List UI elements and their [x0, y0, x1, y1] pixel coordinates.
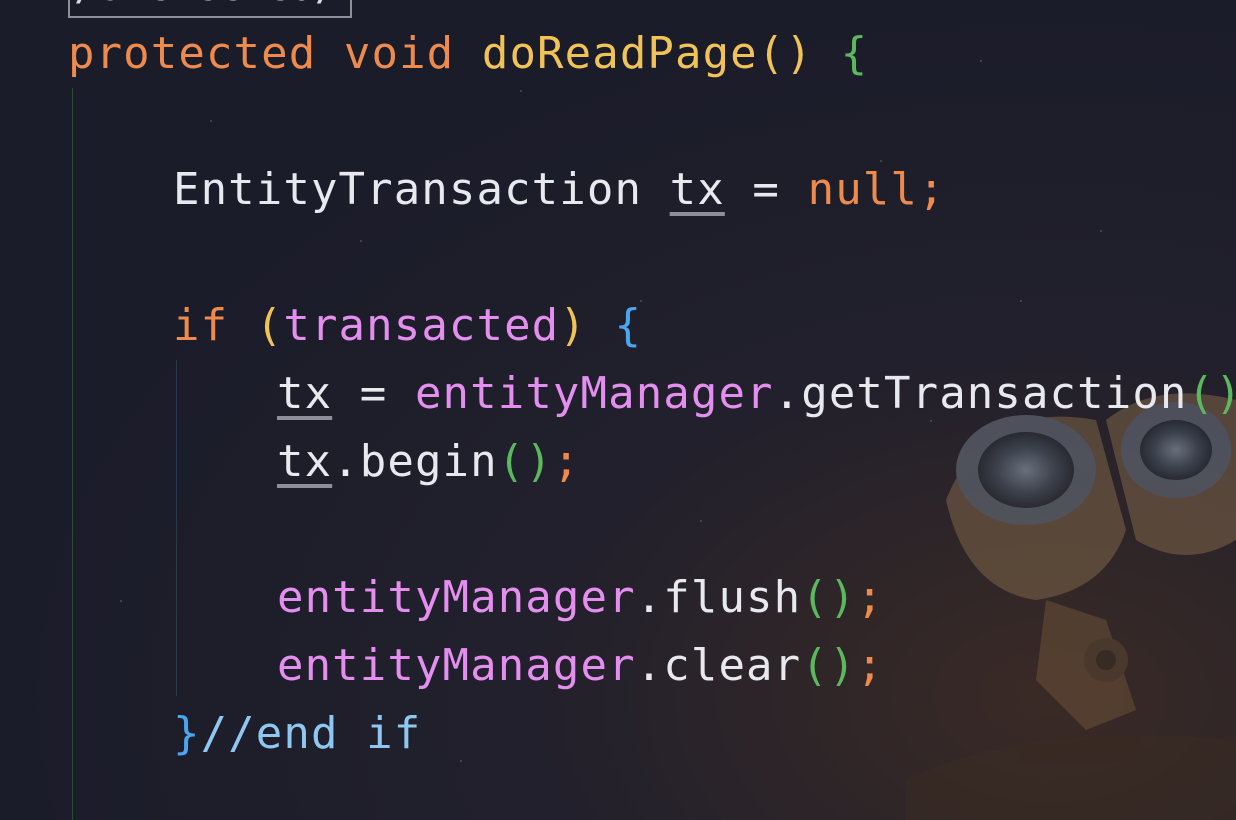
keyword-void: void [343, 28, 455, 79]
code-line-clear[interactable]: entityManager.clear(); [277, 632, 884, 700]
variable-tx[interactable]: tx [277, 436, 332, 487]
code-line-flush[interactable]: entityManager.flush(); [277, 564, 884, 632]
call-parens: () [1187, 368, 1236, 419]
call-parens: () [801, 572, 857, 623]
code-line-end-if[interactable]: }//end if [173, 700, 421, 768]
operator-assign: = [359, 368, 388, 419]
if-close-brace: } [173, 708, 201, 759]
keyword-if: if [173, 300, 229, 351]
comment-end-if: //end if [200, 708, 422, 759]
code-line-get-transaction[interactable]: tx = entityManager.getTransaction(); [277, 360, 1236, 428]
method-call[interactable]: .clear [636, 640, 802, 691]
semicolon: ; [917, 164, 946, 215]
semicolon: ; [856, 572, 885, 623]
if-open-brace: { [614, 300, 643, 351]
if-close-paren: ) [559, 300, 587, 351]
field-entity-manager[interactable]: entityManager [277, 640, 636, 691]
type-name[interactable]: EntityTransaction [173, 164, 642, 215]
semicolon: ; [856, 640, 885, 691]
method-call[interactable]: .flush [636, 572, 802, 623]
semicolon: ; [552, 436, 581, 487]
field-entity-manager[interactable]: entityManager [277, 572, 636, 623]
keyword-protected: protected [68, 28, 317, 79]
keyword-null: null [807, 164, 918, 215]
operator-assign: = [752, 164, 781, 215]
code-line-tx-declaration[interactable]: EntityTransaction tx = null; [173, 156, 946, 224]
code-line-if[interactable]: if (transacted) { [173, 292, 642, 360]
call-parens: () [497, 436, 553, 487]
method-parens: () [757, 28, 813, 79]
field-entity-manager[interactable]: entityManager [415, 368, 774, 419]
indent-guide-if-block [176, 360, 177, 696]
method-name[interactable]: doReadPage [482, 28, 758, 79]
if-open-paren: ( [255, 300, 284, 351]
variable-tx[interactable]: tx [670, 164, 725, 215]
code-line-begin[interactable]: tx.begin(); [277, 428, 581, 496]
indent-guide-method [72, 88, 73, 820]
method-call[interactable]: .getTransaction [774, 368, 1188, 419]
method-call[interactable]: .begin [332, 436, 498, 487]
variable-tx[interactable]: tx [277, 368, 332, 419]
code-line-method-signature[interactable]: protected void doReadPage() { [68, 20, 868, 88]
call-parens: () [801, 640, 857, 691]
field-transacted[interactable]: transacted [283, 300, 559, 351]
robot-background-image [906, 393, 1236, 820]
annotation-fragment: /Unchecked/ [68, 0, 352, 18]
method-open-brace: { [840, 28, 869, 79]
